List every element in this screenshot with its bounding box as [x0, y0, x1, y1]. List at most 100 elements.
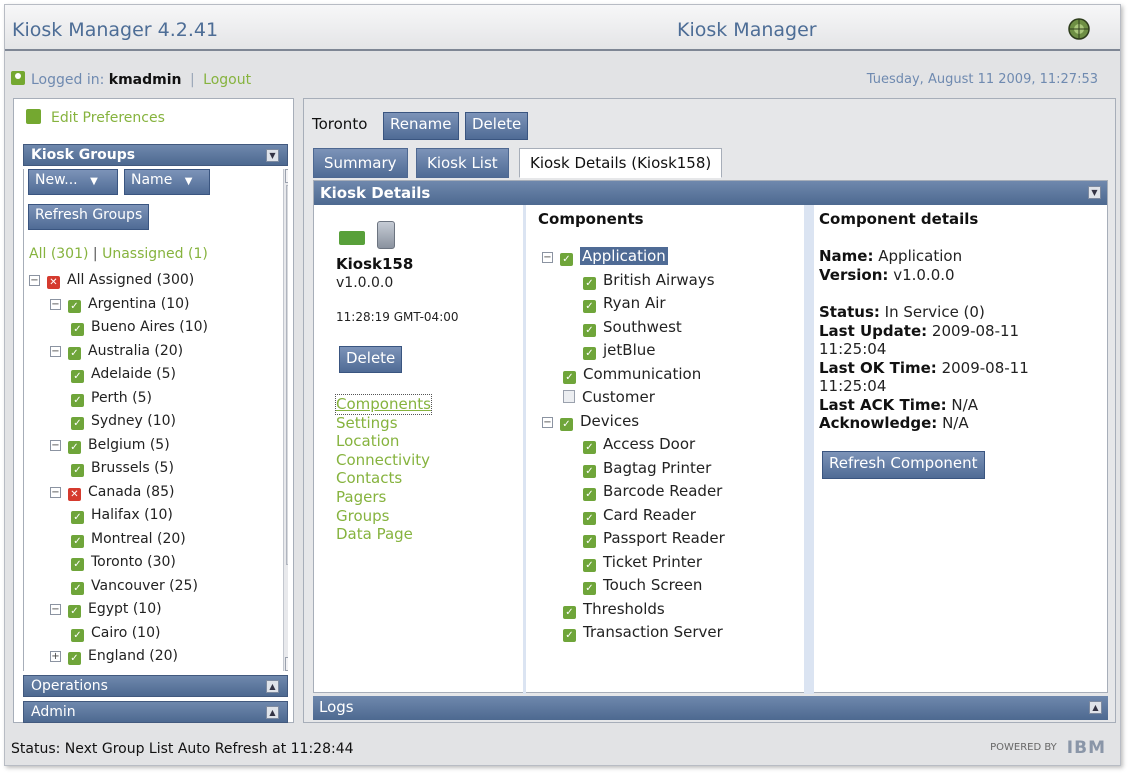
- collapse-icon[interactable]: −: [29, 275, 40, 286]
- component-item[interactable]: − ✓ Application: [542, 245, 668, 267]
- refresh-component-button[interactable]: Refresh Component: [822, 451, 985, 479]
- tree-item[interactable]: − ✓ Argentina (10): [50, 293, 189, 315]
- component-item[interactable]: ✓ Passport Reader: [583, 527, 725, 549]
- collapse-icon[interactable]: ▼: [266, 149, 279, 162]
- expand-icon[interactable]: +: [50, 651, 61, 662]
- component-item[interactable]: ✓ Barcode Reader: [583, 480, 722, 502]
- collapse-icon[interactable]: ▼: [1088, 186, 1101, 199]
- component-status-info: Status: In Service (0) Last Update: 2009…: [819, 303, 1029, 432]
- tree-item[interactable]: − ✓ Belgium (5): [50, 434, 170, 456]
- groups-scrollbar[interactable]: ▲ ▼: [283, 169, 288, 671]
- expand-icon[interactable]: ▲: [1089, 701, 1102, 714]
- tree-item[interactable]: + ✓ England (20): [50, 645, 178, 667]
- tree-item-label: Toronto (30): [91, 554, 176, 570]
- component-item[interactable]: ✓ British Airways: [583, 269, 715, 291]
- collapse-icon[interactable]: −: [50, 604, 61, 615]
- new-dropdown[interactable]: New... ▼: [28, 169, 118, 195]
- component-item[interactable]: ✓ Ticket Printer: [583, 551, 702, 573]
- ok-check-icon: ✓: [71, 511, 84, 524]
- tree-item[interactable]: ✓ Perth (5): [71, 387, 152, 409]
- link-settings[interactable]: Settings: [336, 414, 431, 433]
- scroll-up-icon[interactable]: ▲: [285, 169, 288, 183]
- tree-item[interactable]: ✓ Montreal (20): [71, 528, 186, 550]
- group-counts: All (301) | Unassigned (1): [29, 246, 208, 262]
- tree-item[interactable]: − ✕ Canada (85): [50, 481, 174, 503]
- edit-preferences-link[interactable]: Edit Preferences: [26, 109, 165, 126]
- component-item[interactable]: ✓ Card Reader: [583, 504, 696, 526]
- link-pagers[interactable]: Pagers: [336, 488, 431, 507]
- kiosk-groups-title: Kiosk Groups: [31, 147, 136, 163]
- expand-icon[interactable]: ▲: [266, 680, 279, 693]
- ok-check-icon: ✓: [68, 440, 81, 454]
- tab-kiosk-list[interactable]: Kiosk List: [416, 148, 509, 178]
- component-item[interactable]: ✓ Thresholds: [563, 598, 665, 620]
- tree-item[interactable]: ✓ Brussels (5): [71, 457, 174, 479]
- component-item[interactable]: − ✓ Devices: [542, 410, 639, 432]
- link-components[interactable]: Components: [335, 394, 432, 415]
- login-separator: |: [189, 72, 195, 88]
- logs-header[interactable]: Logs ▲: [313, 696, 1108, 720]
- component-item[interactable]: ✓ Ryan Air: [583, 292, 666, 314]
- component-item[interactable]: ✓ Communication: [563, 363, 701, 385]
- unassigned-link[interactable]: Unassigned: [102, 246, 183, 262]
- current-datetime: Tuesday, August 11 2009, 11:27:53: [866, 72, 1098, 87]
- tree-item[interactable]: ✓ Adelaide (5): [71, 363, 176, 385]
- scroll-down-icon[interactable]: ▼: [285, 657, 288, 671]
- component-item[interactable]: Customer: [563, 386, 655, 408]
- component-item[interactable]: ✓ Access Door: [583, 433, 695, 455]
- rename-button[interactable]: Rename: [383, 112, 459, 140]
- tree-item[interactable]: ✓ Vancouver (25): [71, 575, 198, 597]
- tree-item[interactable]: ✓ Bueno Aires (10): [71, 316, 208, 338]
- tree-item[interactable]: ✓ Sydney (10): [71, 410, 176, 432]
- component-item-label: Touch Screen: [603, 576, 703, 594]
- tab-kiosk-details[interactable]: Kiosk Details (Kiosk158): [519, 148, 723, 178]
- ok-check-icon: ✓: [560, 417, 573, 431]
- collapse-icon[interactable]: −: [50, 345, 61, 357]
- ok-check-icon: ✓: [71, 393, 84, 407]
- error-x-icon: ✕: [68, 487, 81, 501]
- ok-check-icon: ✓: [71, 534, 84, 548]
- operations-header[interactable]: Operations ▲: [23, 675, 288, 697]
- name-dropdown[interactable]: Name ▼: [124, 169, 210, 195]
- collapse-icon[interactable]: −: [50, 298, 61, 310]
- component-item[interactable]: ✓ Touch Screen: [583, 574, 702, 596]
- link-contacts[interactable]: Contacts: [336, 469, 431, 488]
- tree-item[interactable]: − ✕ All Assigned (300): [29, 269, 194, 291]
- ok-check-icon: ✓: [583, 582, 596, 595]
- kiosk-details-header[interactable]: Kiosk Details ▼: [314, 181, 1107, 205]
- tree-item[interactable]: − ✓ Egypt (10): [50, 598, 162, 620]
- component-item[interactable]: ✓ Bagtag Printer: [583, 457, 711, 479]
- link-location[interactable]: Location: [336, 432, 431, 451]
- tree-item[interactable]: − ✓ Australia (20): [50, 340, 183, 362]
- link-data-page[interactable]: Data Page: [336, 525, 431, 544]
- collapse-icon[interactable]: −: [50, 439, 61, 451]
- tree-item[interactable]: ✓ Halifax (10): [71, 504, 173, 526]
- tree-item-label: Bueno Aires (10): [91, 319, 208, 335]
- all-link[interactable]: All: [29, 246, 46, 262]
- link-groups[interactable]: Groups: [336, 507, 431, 526]
- ok-check-icon: ✓: [583, 488, 596, 501]
- tab-summary[interactable]: Summary: [313, 148, 408, 178]
- kiosk-groups-body: New... ▼ Name ▼ Refresh Groups All (301)…: [23, 169, 288, 671]
- link-connectivity[interactable]: Connectivity: [336, 451, 431, 470]
- admin-header[interactable]: Admin ▲: [23, 701, 288, 723]
- kiosk-groups-header[interactable]: Kiosk Groups ▼: [23, 144, 288, 166]
- collapse-icon[interactable]: −: [50, 486, 61, 498]
- logout-link[interactable]: Logout: [203, 72, 251, 88]
- collapse-icon[interactable]: −: [542, 416, 553, 428]
- tree-item-label: Vancouver (25): [91, 577, 198, 594]
- collapse-icon[interactable]: −: [542, 252, 553, 263]
- component-item[interactable]: ✓ jetBlue: [583, 339, 655, 361]
- expand-icon[interactable]: ▲: [266, 706, 279, 719]
- refresh-groups-button[interactable]: Refresh Groups: [28, 204, 150, 230]
- component-item[interactable]: ✓ Transaction Server: [563, 621, 723, 643]
- tree-item[interactable]: ✓ Cairo (10): [71, 622, 160, 644]
- delete-kiosk-button[interactable]: Delete: [339, 346, 403, 373]
- delete-group-button[interactable]: Delete: [465, 112, 529, 140]
- component-name-version: Name: Application Version: v1.0.0.0: [819, 247, 963, 284]
- component-item[interactable]: ✓ Southwest: [583, 316, 682, 338]
- tree-item[interactable]: ✓ Toronto (30): [71, 551, 176, 573]
- component-details-title: Component details: [819, 210, 979, 228]
- scroll-thumb[interactable]: [286, 185, 288, 565]
- admin-title: Admin: [31, 704, 76, 720]
